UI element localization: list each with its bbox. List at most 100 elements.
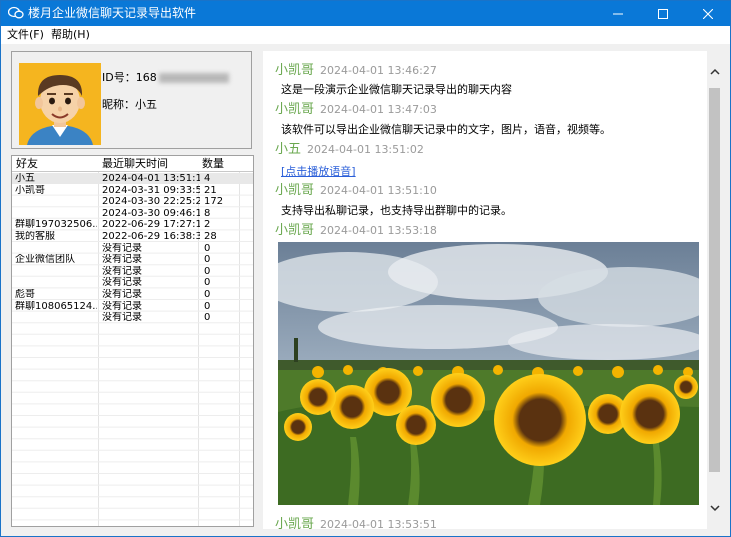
friend-count: 8 bbox=[204, 207, 211, 219]
sunflower-photo bbox=[278, 242, 699, 505]
menu-file[interactable]: 文件(F) bbox=[7, 28, 44, 42]
friend-count: 0 bbox=[204, 277, 211, 289]
app-window: 楼月企业微信聊天记录导出软件 文件(F) 帮助(H) ID号：168 昵称：小五… bbox=[0, 0, 731, 537]
avatar bbox=[19, 63, 101, 145]
message-text: 支持导出私聊记录，也支持导出群聊中的记录。 bbox=[281, 204, 512, 217]
friend-last-time: 没有记录 bbox=[102, 289, 142, 300]
friend-name: 群聊108065124... bbox=[15, 300, 97, 312]
friend-count: 21 bbox=[204, 184, 217, 196]
friend-row[interactable]: 没有记录 0 bbox=[12, 265, 253, 277]
profile-nickname: 昵称：小五 bbox=[102, 96, 157, 112]
friend-row[interactable]: 没有记录 0 bbox=[12, 277, 253, 289]
sender-name: 小凯哥 bbox=[275, 517, 315, 529]
friend-count: 28 bbox=[204, 231, 217, 242]
sender-name: 小凯哥 bbox=[275, 102, 315, 117]
message-time: 2024-04-01 13:46:27 bbox=[320, 64, 437, 77]
profile-nick-label: 昵称： bbox=[102, 98, 135, 111]
minimize-button[interactable] bbox=[595, 1, 640, 26]
friend-count: 2 bbox=[204, 219, 211, 231]
column-header-last-time[interactable]: 最近聊天时间 bbox=[102, 157, 168, 171]
friend-list-header: 好友 最近聊天时间 数量 bbox=[12, 156, 253, 172]
friend-row[interactable]: 群聊197032506... 2022-06-29 17:27:14 2 bbox=[12, 219, 253, 231]
friend-row[interactable]: 没有记录 0 bbox=[12, 312, 253, 324]
column-header-friend[interactable]: 好友 bbox=[16, 157, 38, 171]
friend-last-time: 2022-06-29 16:38:38 bbox=[102, 231, 200, 242]
sender-name: 小凯哥 bbox=[275, 183, 315, 198]
message-time: 2024-04-01 13:53:18 bbox=[320, 224, 437, 237]
friend-last-time: 2024-03-30 22:25:21 bbox=[102, 196, 200, 208]
menu-bar: 文件(F) 帮助(H) bbox=[1, 26, 730, 44]
friend-row[interactable]: 没有记录 0 bbox=[12, 242, 253, 254]
friend-count: 172 bbox=[204, 196, 224, 208]
friend-row[interactable]: 我的客服 2022-06-29 16:38:38 28 bbox=[12, 231, 253, 242]
friend-last-time: 没有记录 bbox=[102, 242, 142, 254]
profile-nick-value: 小五 bbox=[135, 98, 157, 111]
avatar-cartoon-icon bbox=[19, 63, 101, 145]
message-header: 小凯哥 2024-04-01 13:47:03 bbox=[275, 98, 437, 117]
menu-help[interactable]: 帮助(H) bbox=[51, 28, 90, 42]
message-time: 2024-04-01 13:51:02 bbox=[307, 143, 424, 156]
message-time: 2024-04-01 13:47:03 bbox=[320, 103, 437, 116]
message-header: 小凯哥 2024-04-01 13:46:27 bbox=[275, 59, 437, 78]
friend-name: 群聊197032506... bbox=[15, 219, 97, 231]
maximize-button[interactable] bbox=[640, 1, 685, 26]
friend-name: 彪哥 bbox=[15, 289, 35, 300]
profile-id-label: ID号： bbox=[102, 71, 136, 84]
message-header: 小凯哥 2024-04-01 13:53:51 bbox=[275, 513, 437, 529]
chevron-up-icon bbox=[709, 68, 720, 75]
friend-last-time: 没有记录 bbox=[102, 312, 142, 324]
friend-name: 企业微信团队 bbox=[15, 254, 75, 266]
maximize-icon bbox=[657, 8, 668, 19]
friend-row[interactable]: 企业微信团队 没有记录 0 bbox=[12, 254, 253, 266]
profile-id: ID号：168 bbox=[102, 69, 229, 85]
redacted-id bbox=[158, 73, 229, 83]
friend-row[interactable]: 2024-03-30 22:25:21 172 bbox=[12, 196, 253, 208]
friend-last-time: 2024-03-31 09:33:59 bbox=[102, 184, 200, 196]
chevron-down-icon bbox=[709, 505, 720, 512]
chat-view[interactable]: 小凯哥 2024-04-01 13:46:27 这是一段演示企业微信聊天记录导出的… bbox=[263, 51, 722, 529]
friend-count: 0 bbox=[204, 289, 211, 300]
friend-count: 0 bbox=[204, 300, 211, 312]
friend-last-time: 没有记录 bbox=[102, 254, 142, 266]
profile-panel: ID号：168 昵称：小五 bbox=[11, 51, 252, 149]
friend-last-time: 2024-03-30 09:46:17 bbox=[102, 207, 200, 219]
friend-count: 0 bbox=[204, 265, 211, 277]
play-voice-link[interactable]: [点击播放语音] bbox=[281, 163, 356, 179]
friend-row[interactable]: 群聊108065124... 没有记录 0 bbox=[12, 300, 253, 312]
title-bar[interactable]: 楼月企业微信聊天记录导出软件 bbox=[1, 1, 730, 26]
wechat-work-icon bbox=[8, 6, 24, 19]
minimize-icon bbox=[612, 13, 623, 14]
friend-row[interactable]: 2024-03-30 09:46:17 8 bbox=[12, 207, 253, 219]
sender-name: 小五 bbox=[275, 142, 302, 157]
friend-list[interactable]: 好友 最近聊天时间 数量 小五 2024-04-01 13:51:10 4 小凯哥 20… bbox=[11, 155, 254, 527]
window-title: 楼月企业微信聊天记录导出软件 bbox=[28, 6, 197, 20]
message-header: 小五 2024-04-01 13:51:02 bbox=[275, 138, 424, 157]
message-header: 小凯哥 2024-04-01 13:53:18 bbox=[275, 219, 437, 238]
friend-row[interactable]: 小五 2024-04-01 13:51:10 4 bbox=[12, 173, 253, 184]
scroll-down-button[interactable] bbox=[707, 500, 722, 517]
scroll-up-button[interactable] bbox=[707, 63, 722, 80]
close-icon bbox=[702, 8, 713, 19]
message-text: 该软件可以导出企业微信聊天记录中的文字，图片，语音，视频等。 bbox=[281, 123, 611, 136]
message-time: 2024-04-01 13:51:10 bbox=[320, 184, 437, 197]
friend-count: 0 bbox=[204, 254, 211, 266]
friend-name: 我的客服 bbox=[15, 231, 55, 242]
friend-last-time: 2024-04-01 13:51:10 bbox=[102, 173, 200, 184]
message-header: 小凯哥 2024-04-01 13:51:10 bbox=[275, 179, 437, 198]
friend-last-time: 没有记录 bbox=[102, 277, 142, 289]
scroll-thumb[interactable] bbox=[709, 88, 720, 472]
message-time: 2024-04-01 13:53:51 bbox=[320, 518, 437, 529]
close-button[interactable] bbox=[685, 1, 730, 26]
column-header-count[interactable]: 数量 bbox=[202, 157, 224, 171]
friend-count: 0 bbox=[204, 312, 211, 324]
sender-name: 小凯哥 bbox=[275, 223, 315, 238]
friend-name: 小凯哥 bbox=[15, 184, 45, 196]
friend-row[interactable]: 小凯哥 2024-03-31 09:33:59 21 bbox=[12, 184, 253, 196]
friend-name: 小五 bbox=[15, 173, 35, 184]
friend-last-time: 2022-06-29 17:27:14 bbox=[102, 219, 200, 231]
message-image[interactable] bbox=[278, 242, 699, 505]
message-text: 这是一段演示企业微信聊天记录导出的聊天内容 bbox=[281, 83, 512, 96]
friend-row[interactable]: 彪哥 没有记录 0 bbox=[12, 289, 253, 300]
chat-scrollbar[interactable] bbox=[707, 51, 722, 529]
friend-last-time: 没有记录 bbox=[102, 265, 142, 277]
